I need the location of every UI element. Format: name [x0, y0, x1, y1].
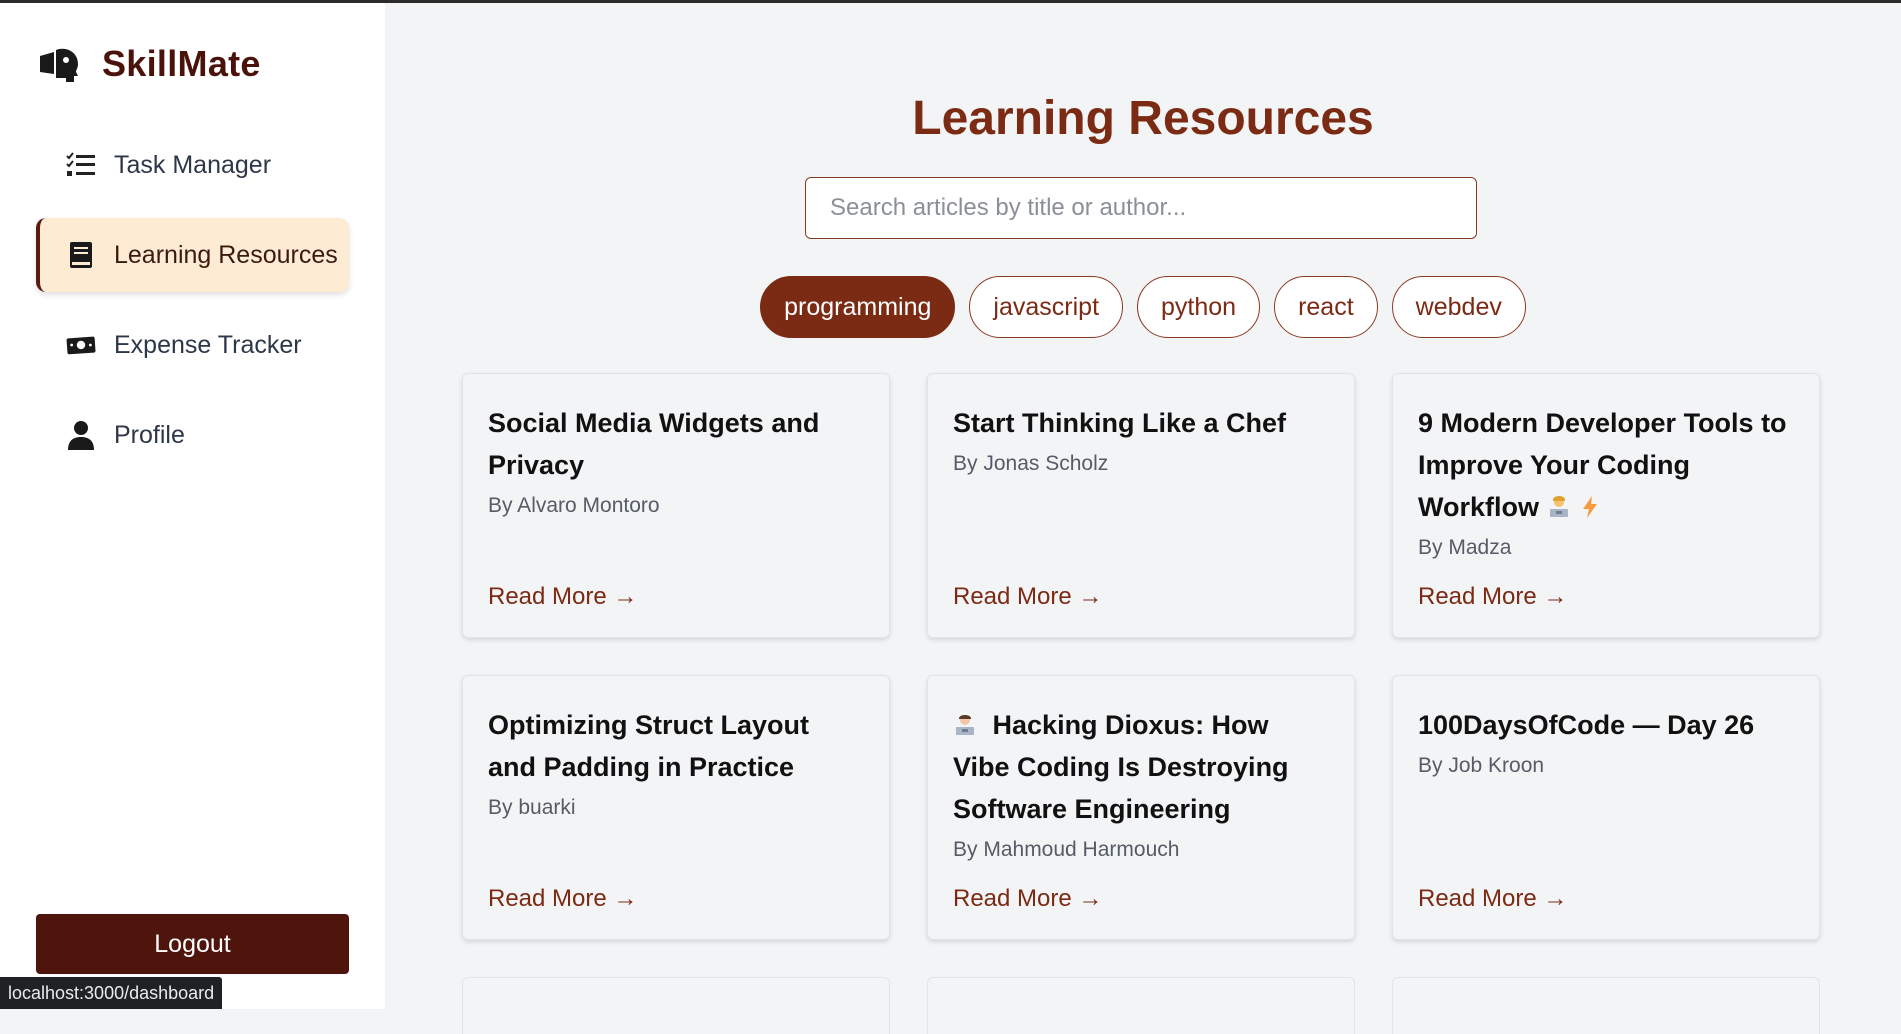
article-author: By Alvaro Montoro — [488, 494, 660, 517]
article-grid: Social Media Widgets and Privacy By Alva… — [462, 373, 1820, 1034]
tag-python[interactable]: python — [1137, 276, 1261, 338]
article-author: By Mahmoud Harmouch — [953, 838, 1180, 861]
sidebar-item-learning-resources[interactable]: Learning Resources — [36, 218, 349, 292]
sidebar: SkillMate Task Manager Learning Resource… — [0, 3, 385, 1009]
article-author: By Job Kroon — [1418, 754, 1545, 777]
article-title: 9 Modern Developer Tools to Improve Your… — [1418, 408, 1787, 522]
read-more-link[interactable]: Read More → — [488, 583, 637, 611]
task-list-icon — [66, 150, 96, 180]
article-title-wrap: 9 Modern Developer Tools to Improve Your… — [1418, 402, 1794, 528]
sidebar-nav: Task Manager Learning Resources Expense … — [36, 128, 349, 488]
article-title: 100DaysOfCode — Day 26 — [1418, 710, 1755, 740]
tag-filter-bar: programming javascript python react webd… — [385, 276, 1901, 338]
article-title: Start Thinking Like a Chef — [953, 408, 1287, 438]
article-card: Optimizing Struct Layout and Padding in … — [462, 675, 890, 940]
status-bar-url: localhost:3000/dashboard — [0, 977, 223, 1009]
read-more-link[interactable]: Read More → — [488, 885, 637, 913]
sidebar-item-expense-tracker[interactable]: Expense Tracker — [36, 308, 349, 382]
article-card: 9 Modern Developer Tools to Improve Your… — [1392, 373, 1820, 638]
app-name: SkillMate — [102, 43, 261, 84]
main-content: Learning Resources programming javascrip… — [385, 3, 1901, 1034]
article-card: Start Thinking Like a Chef By Jonas Scho… — [927, 373, 1355, 638]
article-card-partial — [927, 977, 1355, 1034]
logout-button[interactable]: Logout — [36, 914, 349, 974]
brain-head-icon — [40, 48, 78, 82]
article-card: 100DaysOfCode — Day 26 By Job Kroon Read… — [1392, 675, 1820, 940]
tag-react[interactable]: react — [1274, 276, 1378, 338]
read-more-link[interactable]: Read More → — [953, 885, 1102, 913]
article-card-partial — [462, 977, 890, 1034]
article-title: Optimizing Struct Layout and Padding in … — [488, 710, 809, 782]
lightning-emoji-icon — [1583, 496, 1598, 518]
book-icon — [66, 240, 96, 270]
brand[interactable]: SkillMate — [36, 43, 261, 85]
article-card: Social Media Widgets and Privacy By Alva… — [462, 373, 890, 638]
tag-programming[interactable]: programming — [760, 276, 956, 338]
sidebar-item-label: Profile — [114, 420, 185, 449]
tag-webdev[interactable]: webdev — [1391, 276, 1526, 338]
article-title: Hacking Dioxus: How Vibe Coding Is Destr… — [953, 710, 1289, 824]
article-title-wrap: Hacking Dioxus: How Vibe Coding Is Destr… — [953, 704, 1329, 830]
article-card-partial — [1392, 977, 1820, 1034]
sidebar-item-label: Task Manager — [114, 150, 272, 179]
article-author: By Jonas Scholz — [953, 452, 1109, 475]
search-input[interactable] — [805, 177, 1477, 239]
money-icon — [66, 330, 96, 360]
article-title: Social Media Widgets and Privacy — [488, 408, 820, 480]
read-more-link[interactable]: Read More → — [1418, 583, 1567, 611]
technologist-emoji-icon — [956, 715, 974, 735]
read-more-link[interactable]: Read More → — [953, 583, 1102, 611]
article-card: Hacking Dioxus: How Vibe Coding Is Destr… — [927, 675, 1355, 940]
sidebar-item-label: Expense Tracker — [114, 330, 302, 359]
sidebar-item-task-manager[interactable]: Task Manager — [36, 128, 349, 202]
page-title: Learning Resources — [912, 92, 1374, 145]
sidebar-item-profile[interactable]: Profile — [36, 398, 349, 472]
read-more-link[interactable]: Read More → — [1418, 885, 1567, 913]
article-author: By Madza — [1418, 536, 1512, 559]
article-author: By buarki — [488, 796, 576, 819]
user-icon — [66, 420, 96, 450]
sidebar-item-label: Learning Resources — [114, 240, 338, 269]
tag-javascript[interactable]: javascript — [969, 276, 1124, 338]
technologist-emoji-icon — [1549, 496, 1568, 517]
